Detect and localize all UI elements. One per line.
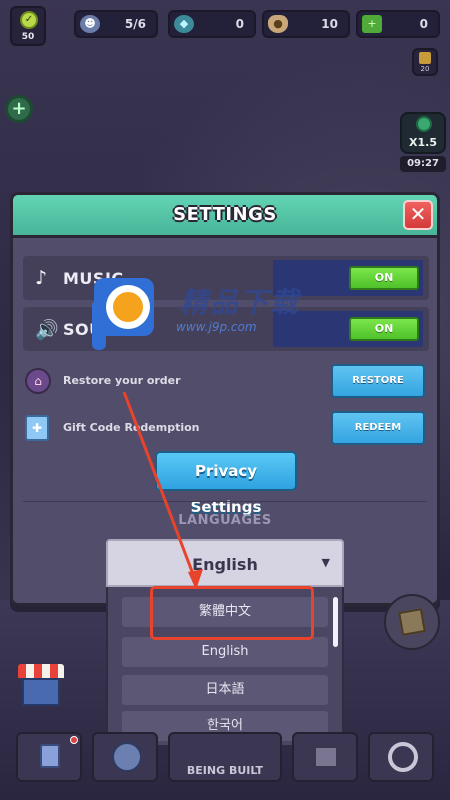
level-icon: ✓ bbox=[20, 11, 38, 29]
shop-stall-icon[interactable] bbox=[18, 664, 64, 708]
notification-dot bbox=[70, 736, 78, 744]
bottom-toolbar: BEING BUILT bbox=[0, 728, 450, 800]
being-built-button[interactable]: BEING BUILT bbox=[168, 732, 282, 782]
book-button[interactable] bbox=[16, 732, 82, 782]
speed-value: X1.5 bbox=[409, 136, 437, 149]
wood-icon: ● bbox=[268, 15, 288, 33]
redeem-button[interactable]: REDEEM bbox=[331, 411, 425, 445]
locked-level-value: 20 bbox=[420, 65, 430, 73]
blocks-counter[interactable]: + 0 bbox=[356, 10, 440, 38]
wood-value: 10 bbox=[321, 17, 338, 31]
privacy-settings-button[interactable]: Privacy Settings bbox=[155, 451, 297, 516]
annotation-highlight-box bbox=[150, 586, 314, 640]
book-icon bbox=[40, 744, 60, 768]
planet-icon bbox=[112, 742, 142, 772]
workers-value: 5/6 bbox=[124, 17, 146, 31]
resource-bar: ✓ 50 ☻ 5/6 ◆ 0 ● 10 + 0 bbox=[8, 6, 442, 46]
redeem-row: ✚ Gift Code Redemption REDEEM bbox=[25, 411, 425, 445]
speaker-icon: 🔊 bbox=[35, 319, 59, 341]
language-option-en[interactable]: English bbox=[122, 637, 328, 667]
blocks-value: 0 bbox=[419, 17, 428, 31]
boost-timer: 09:27 bbox=[400, 156, 446, 172]
wood-counter[interactable]: ● 10 bbox=[262, 10, 350, 38]
worker-icon: ☻ bbox=[80, 15, 100, 33]
player-level-badge[interactable]: ✓ 50 bbox=[10, 6, 46, 46]
sound-toggle-on[interactable]: ON bbox=[349, 317, 419, 341]
gems-value: 0 bbox=[235, 17, 244, 31]
watermark-brand: 精品下载 bbox=[180, 286, 301, 319]
redeem-text: Gift Code Redemption bbox=[63, 421, 200, 434]
block-plus-icon: + bbox=[362, 15, 382, 33]
gems-counter[interactable]: ◆ 0 bbox=[168, 10, 256, 38]
shop-body bbox=[22, 678, 60, 706]
crate-icon bbox=[398, 608, 426, 636]
language-selected-value: English bbox=[192, 555, 258, 574]
languages-title: LANGUAGES bbox=[178, 513, 272, 528]
chevron-down-icon: ▼ bbox=[321, 556, 330, 569]
section-divider bbox=[23, 501, 427, 502]
locked-level-badge[interactable]: 20 bbox=[412, 48, 438, 76]
restore-row: ⌂ Restore your order RESTORE bbox=[25, 364, 425, 398]
basket-icon: ⌂ bbox=[25, 368, 51, 394]
list-scrollbar[interactable] bbox=[333, 597, 338, 647]
settings-button[interactable] bbox=[368, 732, 434, 782]
gift-icon: ✚ bbox=[25, 415, 49, 441]
music-toggle-on[interactable]: ON bbox=[349, 266, 419, 290]
being-built-label: BEING BUILT bbox=[186, 764, 264, 777]
inventory-button[interactable] bbox=[292, 732, 358, 782]
lock-icon bbox=[419, 52, 431, 64]
language-select[interactable]: English ▼ bbox=[106, 539, 344, 587]
box-icon bbox=[314, 746, 338, 768]
expand-plus-button[interactable]: + bbox=[5, 95, 33, 123]
crate-button[interactable] bbox=[384, 594, 440, 650]
music-note-icon: ♪ bbox=[35, 267, 48, 289]
speed-boost-button[interactable]: X1.5 bbox=[400, 112, 446, 154]
watermark-logo bbox=[92, 278, 154, 350]
workers-counter[interactable]: ☻ 5/6 bbox=[74, 10, 158, 38]
gem-icon: ◆ bbox=[174, 15, 194, 33]
player-level-value: 50 bbox=[21, 32, 35, 42]
restore-text: Restore your order bbox=[63, 374, 181, 387]
settings-icon bbox=[388, 742, 418, 772]
planet-button[interactable] bbox=[92, 732, 158, 782]
language-option-ja[interactable]: 日本語 bbox=[122, 675, 328, 705]
watermark-url: www.j9p.com bbox=[176, 320, 257, 334]
restore-button[interactable]: RESTORE bbox=[331, 364, 425, 398]
shop-roof bbox=[18, 664, 64, 678]
dialog-header: SETTINGS ✕ bbox=[13, 195, 437, 238]
dialog-title: SETTINGS bbox=[173, 204, 277, 225]
close-button[interactable]: ✕ bbox=[403, 200, 433, 230]
gear-icon bbox=[416, 116, 432, 132]
